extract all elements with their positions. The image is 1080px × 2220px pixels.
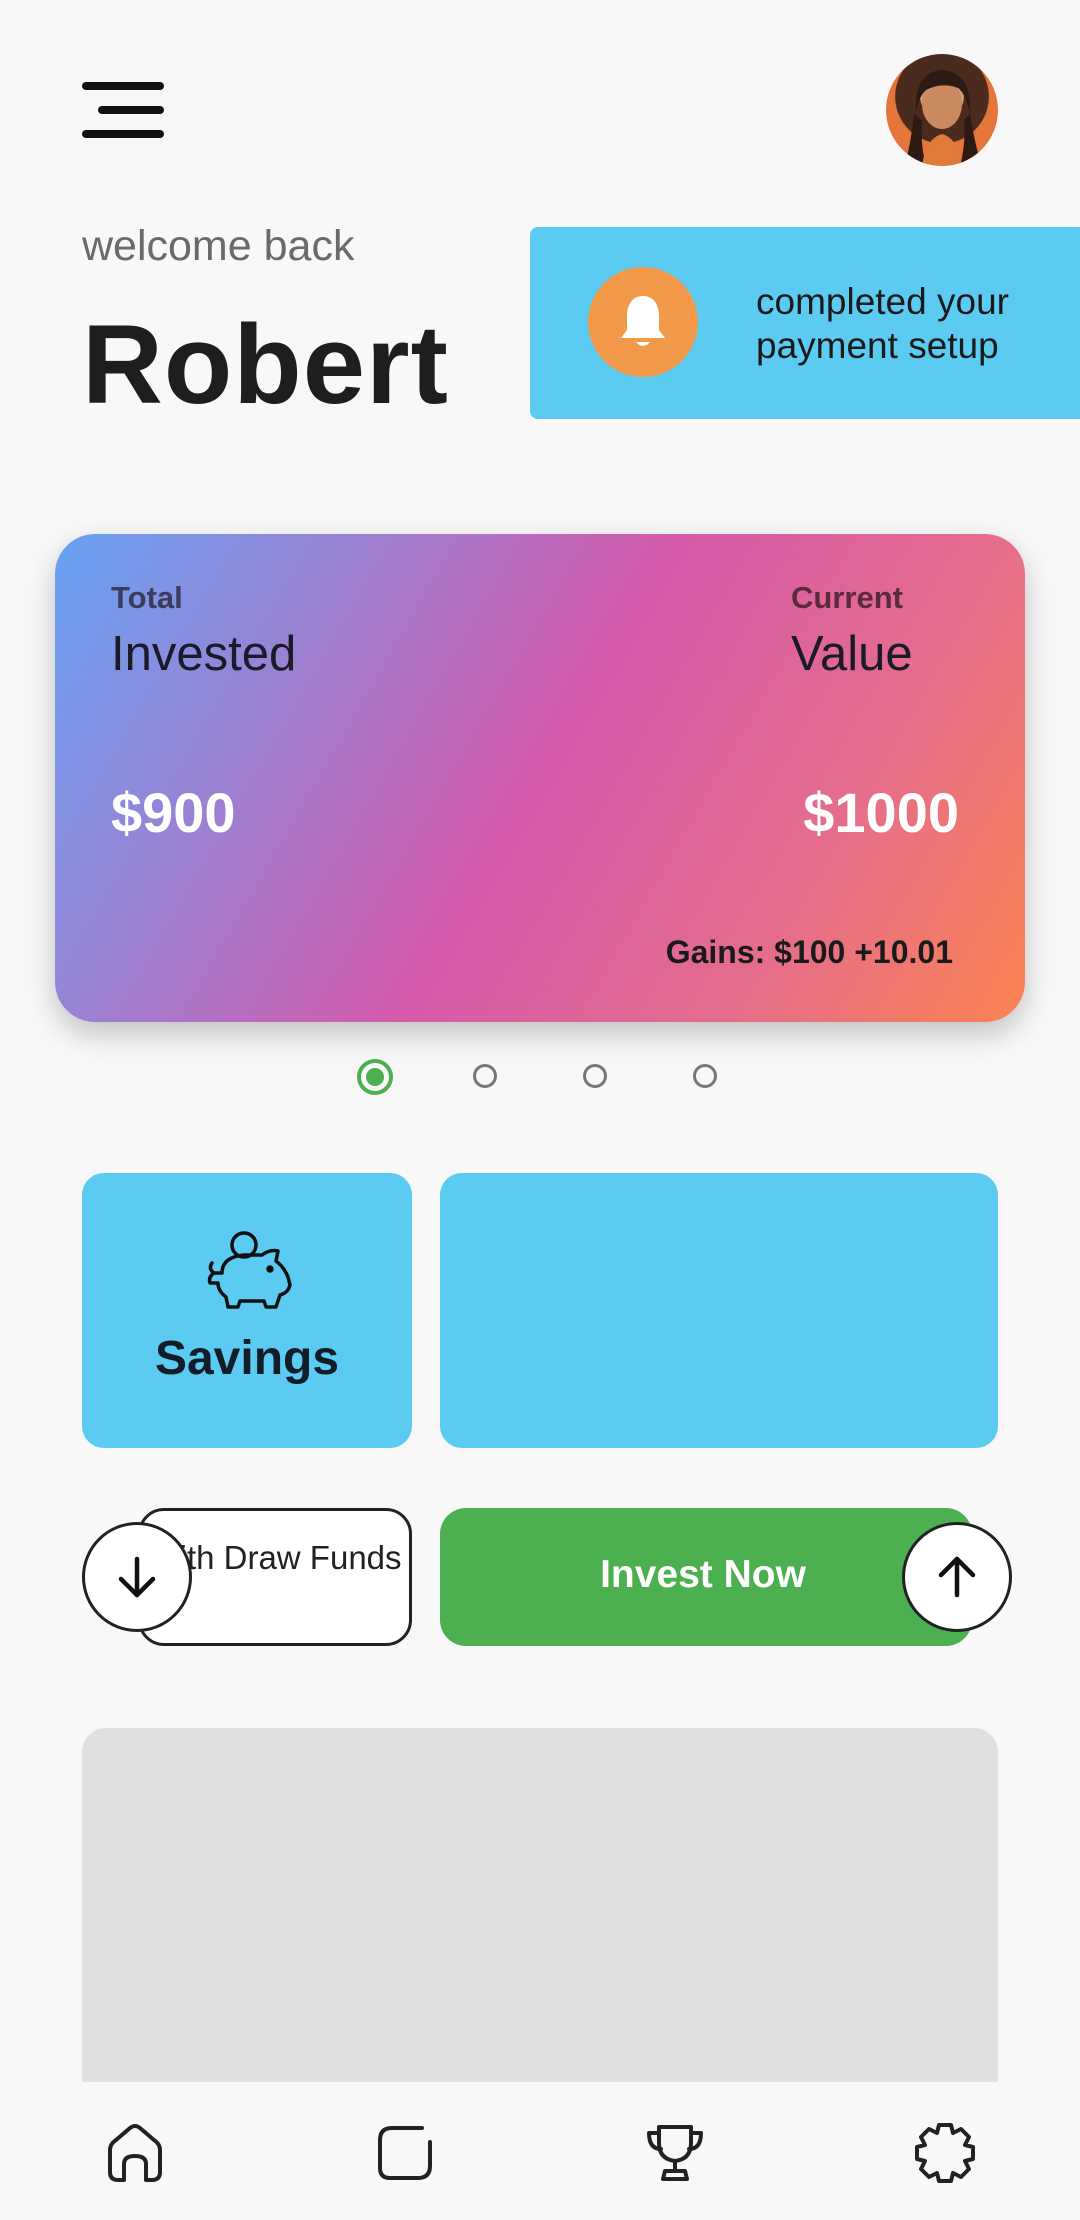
savings-label: Savings bbox=[154, 1332, 340, 1385]
arrow-up-icon[interactable] bbox=[902, 1522, 1012, 1632]
total-label: Total bbox=[111, 580, 183, 615]
bell-icon bbox=[588, 267, 698, 377]
settings-gear-icon[interactable] bbox=[910, 2118, 980, 2188]
value-label: Value bbox=[791, 627, 913, 681]
user-avatar[interactable] bbox=[886, 54, 998, 166]
gains-text: Gains: $100 +10.01 bbox=[665, 934, 953, 970]
hamburger-menu-icon[interactable] bbox=[82, 80, 166, 138]
home-icon[interactable] bbox=[100, 2118, 170, 2188]
carousel-dot-4[interactable] bbox=[693, 1064, 717, 1088]
welcome-text: welcome back bbox=[82, 222, 355, 270]
invested-amount: $900 bbox=[111, 781, 236, 844]
current-amount: $1000 bbox=[803, 781, 959, 844]
portfolio-card[interactable]: Total Invested Current Value $900 $1000 … bbox=[55, 534, 1025, 1022]
invest-label: Invest Now bbox=[600, 1553, 806, 1596]
trophy-icon[interactable] bbox=[640, 2118, 710, 2188]
user-name: Robert bbox=[82, 302, 449, 427]
carousel-dot-3[interactable] bbox=[583, 1064, 607, 1088]
invested-label: Invested bbox=[111, 627, 297, 681]
current-label: Current bbox=[791, 580, 903, 615]
arrow-down-icon[interactable] bbox=[82, 1522, 192, 1632]
notification-message: completed your payment setup bbox=[756, 281, 1009, 366]
piggy-bank-icon bbox=[204, 1229, 294, 1320]
invest-now-button[interactable]: Invest Now bbox=[440, 1508, 972, 1646]
square-icon[interactable] bbox=[370, 2118, 440, 2188]
carousel-dot-2[interactable] bbox=[473, 1064, 497, 1088]
content-placeholder-panel bbox=[82, 1728, 998, 2082]
carousel-dot-1[interactable] bbox=[357, 1059, 393, 1095]
notification-banner[interactable]: completed your payment setup bbox=[530, 227, 1080, 419]
savings-tile[interactable]: Savings bbox=[82, 1173, 412, 1448]
feature-tile[interactable] bbox=[440, 1173, 998, 1448]
bottom-navigation-bar bbox=[0, 2082, 1080, 2220]
